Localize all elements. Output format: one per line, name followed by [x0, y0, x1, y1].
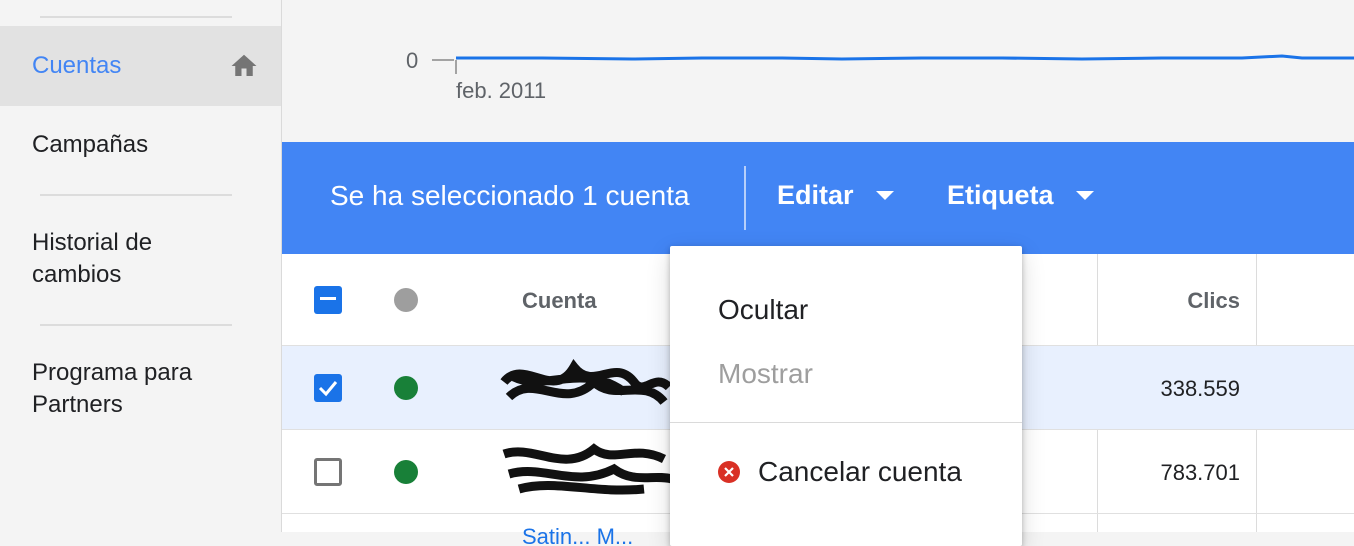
performance-chart: 0 feb. 2011 [282, 0, 1354, 142]
checkmark-icon [318, 381, 338, 397]
edit-menu-label: Editar [777, 180, 854, 210]
sidebar-item-label: Programa para Partners [32, 359, 193, 418]
row-checkbox[interactable] [314, 374, 342, 402]
sidebar-item-label: Historial de cambios [32, 229, 153, 288]
clicks-column-header[interactable]: Clics [1187, 288, 1240, 314]
menu-item-ocultar[interactable]: Ocultar [718, 294, 808, 326]
row-checkbox[interactable] [314, 458, 342, 486]
sidebar: Cuentas Campañas Historial de cambios Pr… [0, 0, 282, 532]
sidebar-item-campanas[interactable]: Campañas [0, 129, 281, 161]
sidebar-item-historial[interactable]: Historial de cambios [0, 227, 200, 291]
sidebar-item-label: Campañas [32, 131, 149, 158]
caret-down-icon [875, 191, 894, 200]
select-all-checkbox[interactable] [314, 286, 342, 314]
redacted-account-name [502, 443, 674, 495]
edit-menu-button[interactable]: Editar [777, 180, 894, 211]
cancel-icon [718, 461, 740, 483]
edit-dropdown-menu: Ocultar Mostrar Cancelar cuenta [670, 246, 1022, 546]
chart-plot [432, 54, 1354, 74]
clicks-cell: 338.559 [1160, 376, 1240, 401]
status-dot [394, 376, 418, 400]
redacted-account-name [500, 359, 673, 406]
account-link[interactable]: Satin... M... [522, 524, 672, 544]
selection-divider [744, 166, 746, 230]
sidebar-item-cuentas[interactable]: Cuentas [0, 26, 281, 106]
chart-series-line [456, 54, 1354, 61]
account-column-header[interactable]: Cuenta [522, 288, 597, 314]
status-dot [394, 460, 418, 484]
label-menu-label: Etiqueta [947, 180, 1054, 210]
menu-item-cancelar-cuenta[interactable]: Cancelar cuenta [758, 456, 962, 488]
selection-count-text: Se ha seleccionado 1 cuenta [330, 180, 690, 211]
menu-item-mostrar: Mostrar [718, 358, 813, 389]
selection-bar: Se ha seleccionado 1 cuenta Editar Etiqu… [282, 142, 1354, 254]
status-header-icon [394, 288, 418, 312]
label-menu-button[interactable]: Etiqueta [947, 180, 1094, 211]
menu-divider [670, 422, 1022, 423]
caret-down-icon [1075, 191, 1094, 200]
sidebar-divider [40, 16, 232, 18]
sidebar-item-partners[interactable]: Programa para Partners [0, 357, 230, 421]
sidebar-item-label: Cuentas [32, 52, 122, 79]
sidebar-divider [40, 194, 232, 196]
minus-icon [320, 297, 336, 300]
clicks-cell: 783.701 [1160, 460, 1240, 485]
home-icon [231, 54, 257, 76]
sidebar-divider [40, 324, 232, 326]
